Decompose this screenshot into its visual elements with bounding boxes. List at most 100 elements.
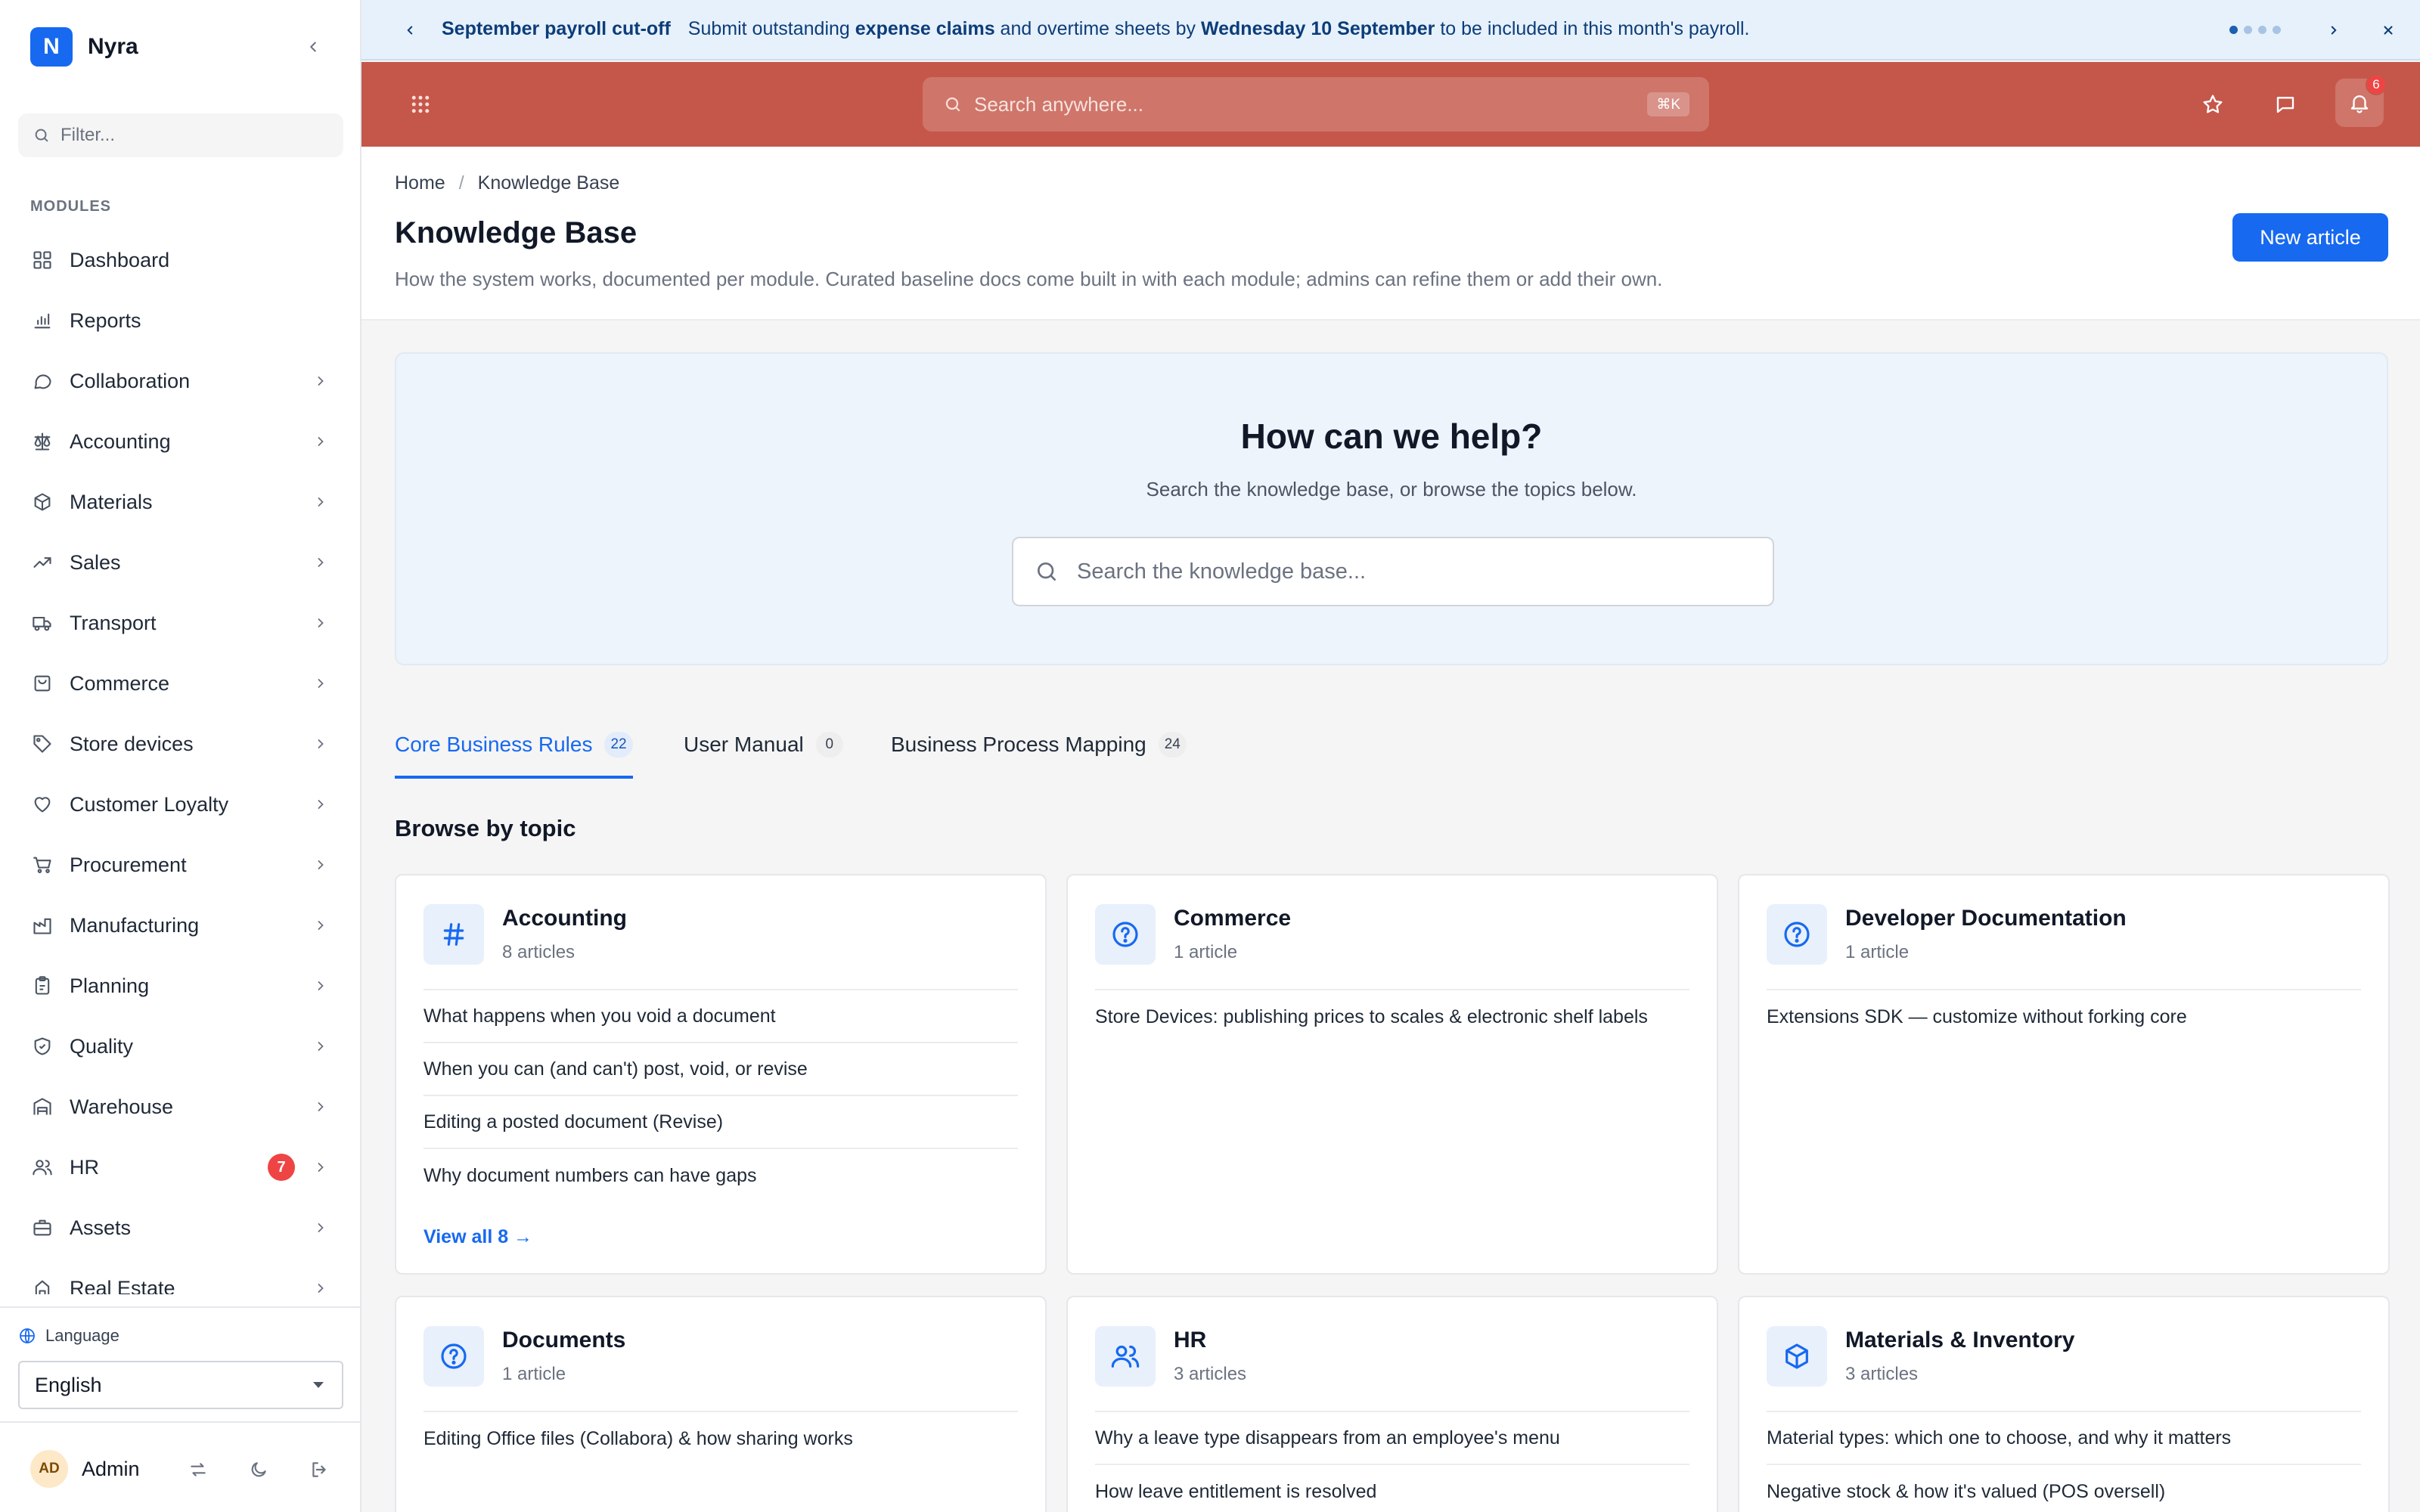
sidebar-filter-input[interactable] (60, 125, 333, 146)
pager-dot[interactable] (2258, 26, 2266, 34)
topic-title: HR (1174, 1328, 1207, 1352)
article-link[interactable]: Negative stock & how it's valued (POS ov… (1767, 1465, 2361, 1512)
bar-chart-icon (30, 308, 54, 333)
sidebar-item-accounting[interactable]: Accounting (0, 411, 361, 472)
kb-search[interactable] (1012, 537, 1774, 606)
sidebar-item-collaboration[interactable]: Collaboration (0, 351, 361, 411)
sidebar-item-customer-loyalty[interactable]: Customer Loyalty (0, 774, 361, 835)
hr-count-badge: 7 (268, 1154, 295, 1181)
article-link[interactable]: How leave entitlement is resolved (1095, 1465, 1689, 1512)
topic-article-count: 8 articles (502, 942, 576, 962)
close-icon (2384, 26, 2393, 35)
language-select[interactable]: English (18, 1361, 343, 1409)
tab-business-process-mapping[interactable]: Business Process Mapping 24 (891, 711, 1187, 779)
announcement-message: September payroll cut-off Submit outstan… (442, 18, 1750, 39)
chevron-left-icon (407, 26, 413, 35)
article-link[interactable]: Editing a posted document (Revise) (424, 1096, 1018, 1149)
sidebar-item-sales[interactable]: Sales (0, 532, 361, 593)
sidebar-filter[interactable] (18, 113, 343, 157)
sidebar-item-label: Real Estate (70, 1276, 175, 1295)
moon-icon[interactable] (245, 1456, 272, 1483)
global-search[interactable]: ⌘K (923, 77, 1709, 132)
sidebar-item-label: Planning (70, 974, 150, 997)
sidebar-item-procurement[interactable]: Procurement (0, 835, 361, 895)
topic-article-count: 1 article (1174, 942, 1238, 962)
notifications-button[interactable]: 6 (2335, 74, 2387, 127)
article-link[interactable]: Editing Office files (Collabora) & how s… (424, 1412, 1018, 1465)
chevron-right-icon (310, 1217, 331, 1238)
view-all-link[interactable]: View all 8 → (424, 1226, 532, 1248)
sidebar-item-materials[interactable]: Materials (0, 472, 361, 532)
sidebar-item-hr[interactable]: HR 7 (0, 1137, 361, 1198)
grid-icon (411, 95, 430, 113)
switch-company-icon[interactable] (185, 1456, 212, 1483)
new-article-button[interactable]: New article (2232, 213, 2388, 262)
announcement-next-button[interactable] (2322, 18, 2346, 42)
breadcrumb-home[interactable]: Home (395, 172, 445, 194)
sidebar-item-label: Warehouse (70, 1095, 174, 1118)
sidebar-item-reports[interactable]: Reports (0, 290, 361, 351)
topic-article-list: Why a leave type disappears from an empl… (1095, 1411, 1689, 1512)
sidebar-item-transport[interactable]: Transport (0, 593, 361, 653)
topic-card-materials-inventory[interactable]: Materials & Inventory 3 articles Materia… (1738, 1296, 2390, 1512)
topic-card-hr[interactable]: HR 3 articles Why a leave type disappear… (1066, 1296, 1718, 1512)
users-icon (30, 1155, 54, 1179)
breadcrumb-separator: / (458, 172, 464, 194)
collapse-sidebar-button[interactable] (299, 33, 327, 60)
chevron-right-icon (310, 431, 331, 452)
pager-dot[interactable] (2244, 26, 2252, 34)
favorites-button[interactable] (2195, 86, 2231, 122)
article-link[interactable]: Store Devices: publishing prices to scal… (1095, 990, 1689, 1043)
brand[interactable]: N Nyra (30, 27, 138, 67)
article-link[interactable]: What happens when you void a document (424, 990, 1018, 1043)
sidebar-item-label: Manufacturing (70, 913, 200, 937)
language-value: English (35, 1373, 102, 1396)
notification-count-badge: 6 (2366, 74, 2387, 95)
sidebar-item-dashboard[interactable]: Dashboard (0, 230, 361, 290)
user-name[interactable]: Admin (82, 1458, 140, 1481)
user-bar: AD Admin (0, 1421, 361, 1512)
dashboard-icon (30, 248, 54, 272)
chevron-right-icon (310, 794, 331, 815)
global-search-input[interactable] (974, 92, 1594, 116)
sidebar-item-quality[interactable]: Quality (0, 1016, 361, 1077)
apps-grid-button[interactable] (407, 91, 434, 118)
article-link[interactable]: Material types: which one to choose, and… (1767, 1412, 2361, 1465)
pager-dot[interactable] (2229, 26, 2238, 34)
topic-card-developer-documentation[interactable]: Developer Documentation 1 article Extens… (1738, 874, 2390, 1275)
sidebar-item-assets[interactable]: Assets (0, 1198, 361, 1258)
hash-icon (424, 904, 484, 965)
sidebar-item-planning[interactable]: Planning (0, 956, 361, 1016)
logout-icon[interactable] (306, 1456, 333, 1483)
sidebar-item-store-devices[interactable]: Store devices (0, 714, 361, 774)
topic-article-list: Editing Office files (Collabora) & how s… (424, 1411, 1018, 1465)
article-link[interactable]: Extensions SDK — customize without forki… (1767, 990, 2361, 1043)
messages-button[interactable] (2267, 86, 2304, 122)
language-label: Language (18, 1326, 119, 1346)
sidebar-item-manufacturing[interactable]: Manufacturing (0, 895, 361, 956)
tab-user-manual[interactable]: User Manual 0 (684, 711, 843, 779)
topic-card-commerce[interactable]: Commerce 1 article Store Devices: publis… (1066, 874, 1718, 1275)
pager-dot[interactable] (2273, 26, 2281, 34)
avatar[interactable]: AD (30, 1450, 68, 1488)
sidebar-item-warehouse[interactable]: Warehouse (0, 1077, 361, 1137)
announcement-close-button[interactable] (2376, 18, 2400, 42)
topic-card-documents[interactable]: Documents 1 article Editing Office files… (395, 1296, 1047, 1512)
sidebar-item-real-estate[interactable]: Real Estate (0, 1258, 361, 1294)
sidebar-item-label: Reports (70, 308, 141, 332)
truck-icon (30, 611, 54, 635)
tab-core-business-rules[interactable]: Core Business Rules 22 (395, 711, 633, 779)
article-link[interactable]: Why a leave type disappears from an empl… (1095, 1412, 1689, 1465)
sidebar-item-label: Accounting (70, 429, 171, 453)
building-icon (30, 1276, 54, 1294)
announcement-prev-button[interactable] (398, 18, 422, 42)
topic-card-accounting[interactable]: Accounting 8 articles What happens when … (395, 874, 1047, 1275)
sidebar-item-label: Assets (70, 1216, 132, 1239)
sidebar-item-commerce[interactable]: Commerce (0, 653, 361, 714)
article-link[interactable]: When you can (and can't) post, void, or … (424, 1043, 1018, 1096)
article-link[interactable]: Why document numbers can have gaps (424, 1149, 1018, 1202)
kb-search-input[interactable] (1077, 559, 1742, 584)
breadcrumb: Home / Knowledge Base (395, 172, 619, 194)
page-title: Knowledge Base (395, 216, 638, 249)
search-icon (35, 129, 48, 142)
